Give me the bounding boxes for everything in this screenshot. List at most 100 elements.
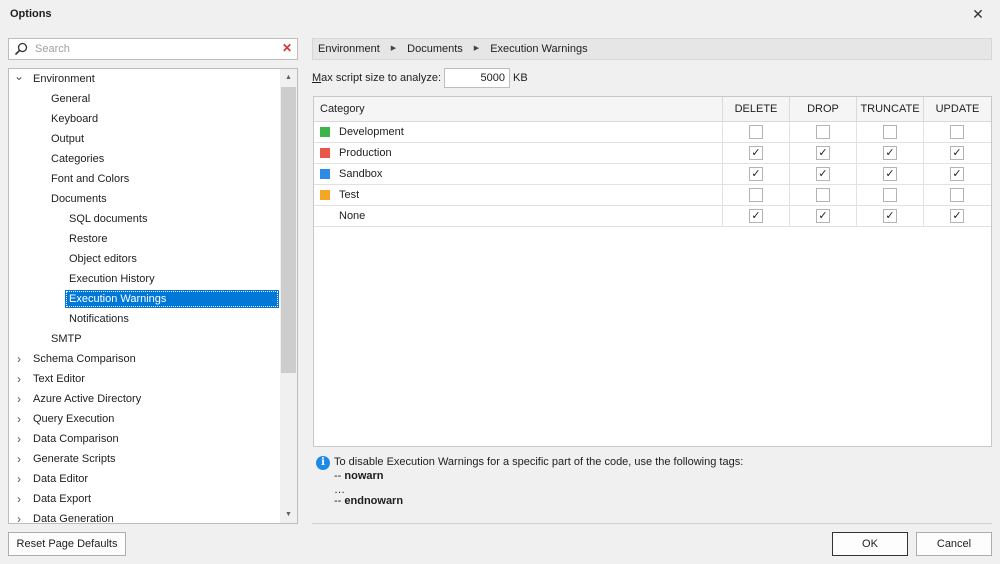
chevron-right-icon[interactable]: › [14,409,24,429]
tree-item-environment[interactable]: ⌄ Environment [9,69,281,89]
tree-item-label: Categories [51,153,105,165]
max-script-size-input[interactable]: 5000 [444,68,510,88]
delete-warning-checkbox[interactable]: ✓ [749,146,763,160]
footer-divider [312,523,992,524]
truncate-warning-checkbox[interactable]: ✓ [883,209,897,223]
update-cell: ✓ [924,164,991,184]
drop-warning-checkbox[interactable] [816,188,830,202]
update-warning-checkbox[interactable]: ✓ [950,209,964,223]
breadcrumb-item-documents[interactable]: Documents [407,39,463,59]
breadcrumb-item-environment[interactable]: Environment [318,39,380,59]
update-warning-checkbox[interactable]: ✓ [950,167,964,181]
chevron-right-icon[interactable]: › [14,509,24,523]
drop-warning-checkbox[interactable]: ✓ [816,167,830,181]
column-header-truncate[interactable]: TRUNCATE [857,97,924,122]
tree-item-smtp[interactable]: SMTP [9,329,281,349]
tree-item-label: Schema Comparison [33,353,136,365]
column-header-drop[interactable]: DROP [790,97,857,122]
chevron-right-icon[interactable]: › [14,489,24,509]
tree-item-keyboard[interactable]: Keyboard [9,109,281,129]
chevron-right-icon: ▶ [473,45,480,53]
tree-item-label: Data Comparison [33,433,119,445]
truncate-warning-checkbox[interactable]: ✓ [883,146,897,160]
category-name: Test [339,189,360,201]
tag-start-line: -- nowarn [334,470,384,482]
tree-item-label: Data Generation [33,513,114,524]
update-warning-checkbox[interactable] [950,125,964,139]
tree-item-output[interactable]: Output [9,129,281,149]
scrollbar-thumb[interactable] [281,87,296,373]
category-cell: Development [314,122,723,142]
truncate-warning-checkbox[interactable] [883,125,897,139]
category-cell: Production [314,143,723,163]
truncate-warning-checkbox[interactable] [883,188,897,202]
category-name: Sandbox [339,168,383,180]
tree-item-label: Environment [33,73,95,85]
tree-item-label: Query Execution [33,413,115,425]
tree-item-query-execution[interactable]: › Query Execution [9,409,281,429]
tree-scrollbar[interactable]: ▲ ▼ [280,69,297,523]
tree-item-documents[interactable]: Documents [9,189,281,209]
reset-page-defaults-button[interactable]: Reset Page Defaults [8,532,126,556]
drop-warning-checkbox[interactable] [816,125,830,139]
tree-item-data-generation[interactable]: › Data Generation [9,509,281,524]
column-header-update[interactable]: UPDATE [924,97,991,122]
clear-search-icon[interactable]: ✕ [282,41,292,55]
tree-item-execution-history[interactable]: Execution History [9,269,281,289]
tree-item-azure-active-directory[interactable]: › Azure Active Directory [9,389,281,409]
tree-item-data-export[interactable]: › Data Export [9,489,281,509]
chevron-right-icon[interactable]: › [14,389,24,409]
tree-item-general[interactable]: General [9,89,281,109]
tree-item-label: Restore [69,233,108,245]
tree-item-execution-warnings[interactable]: Execution Warnings [9,289,281,309]
scroll-down-icon[interactable]: ▼ [280,506,297,523]
tree-item-text-editor[interactable]: › Text Editor [9,369,281,389]
column-header-category[interactable]: Category [314,97,723,122]
category-name: Production [339,147,392,159]
tag-end-line: -- endnowarn [334,495,404,507]
scroll-up-icon[interactable]: ▲ [280,69,297,86]
info-text: To disable Execution Warnings for a spec… [334,456,744,468]
breadcrumb-item-execution-warnings: Execution Warnings [490,43,588,55]
tree-item-data-editor[interactable]: › Data Editor [9,469,281,489]
column-header-delete[interactable]: DELETE [723,97,790,122]
tree-item-object-editors[interactable]: Object editors [9,249,281,269]
search-input[interactable] [33,41,273,57]
chevron-right-icon[interactable]: › [14,469,24,489]
tree-item-schema-comparison[interactable]: › Schema Comparison [9,349,281,369]
search-box: ✕ [8,38,298,60]
tag-nowarn: nowarn [344,470,384,482]
tree-item-restore[interactable]: Restore [9,229,281,249]
tree-item-generate-scripts[interactable]: › Generate Scripts [9,449,281,469]
tree-item-label: Documents [51,193,107,205]
chevron-right-icon[interactable]: › [14,349,24,369]
tree-item-notifications[interactable]: Notifications [9,309,281,329]
delete-warning-checkbox[interactable] [749,125,763,139]
tree-item-sql-documents[interactable]: SQL documents [9,209,281,229]
ok-button[interactable]: OK [832,532,908,556]
truncate-cell: ✓ [857,143,924,163]
chevron-right-icon[interactable]: › [14,429,24,449]
category-color-swatch [320,190,330,200]
chevron-right-icon[interactable]: › [14,449,24,469]
tree-item-font-and-colors[interactable]: Font and Colors [9,169,281,189]
update-warning-checkbox[interactable] [950,188,964,202]
category-color-swatch [320,169,330,179]
update-cell: ✓ [924,143,991,163]
drop-warning-checkbox[interactable]: ✓ [816,146,830,160]
close-icon[interactable]: ✕ [970,6,986,22]
tree-item-categories[interactable]: Categories [9,149,281,169]
update-warning-checkbox[interactable]: ✓ [950,146,964,160]
drop-warning-checkbox[interactable]: ✓ [816,209,830,223]
update-cell: ✓ [924,206,991,226]
tree-item-data-comparison[interactable]: › Data Comparison [9,429,281,449]
chevron-right-icon[interactable]: › [14,369,24,389]
max-script-size-unit: KB [513,72,528,84]
cancel-button[interactable]: Cancel [916,532,992,556]
chevron-down-icon[interactable]: ⌄ [14,69,24,89]
delete-warning-checkbox[interactable] [749,188,763,202]
truncate-warning-checkbox[interactable]: ✓ [883,167,897,181]
drop-cell [790,185,857,205]
delete-warning-checkbox[interactable]: ✓ [749,209,763,223]
delete-warning-checkbox[interactable]: ✓ [749,167,763,181]
